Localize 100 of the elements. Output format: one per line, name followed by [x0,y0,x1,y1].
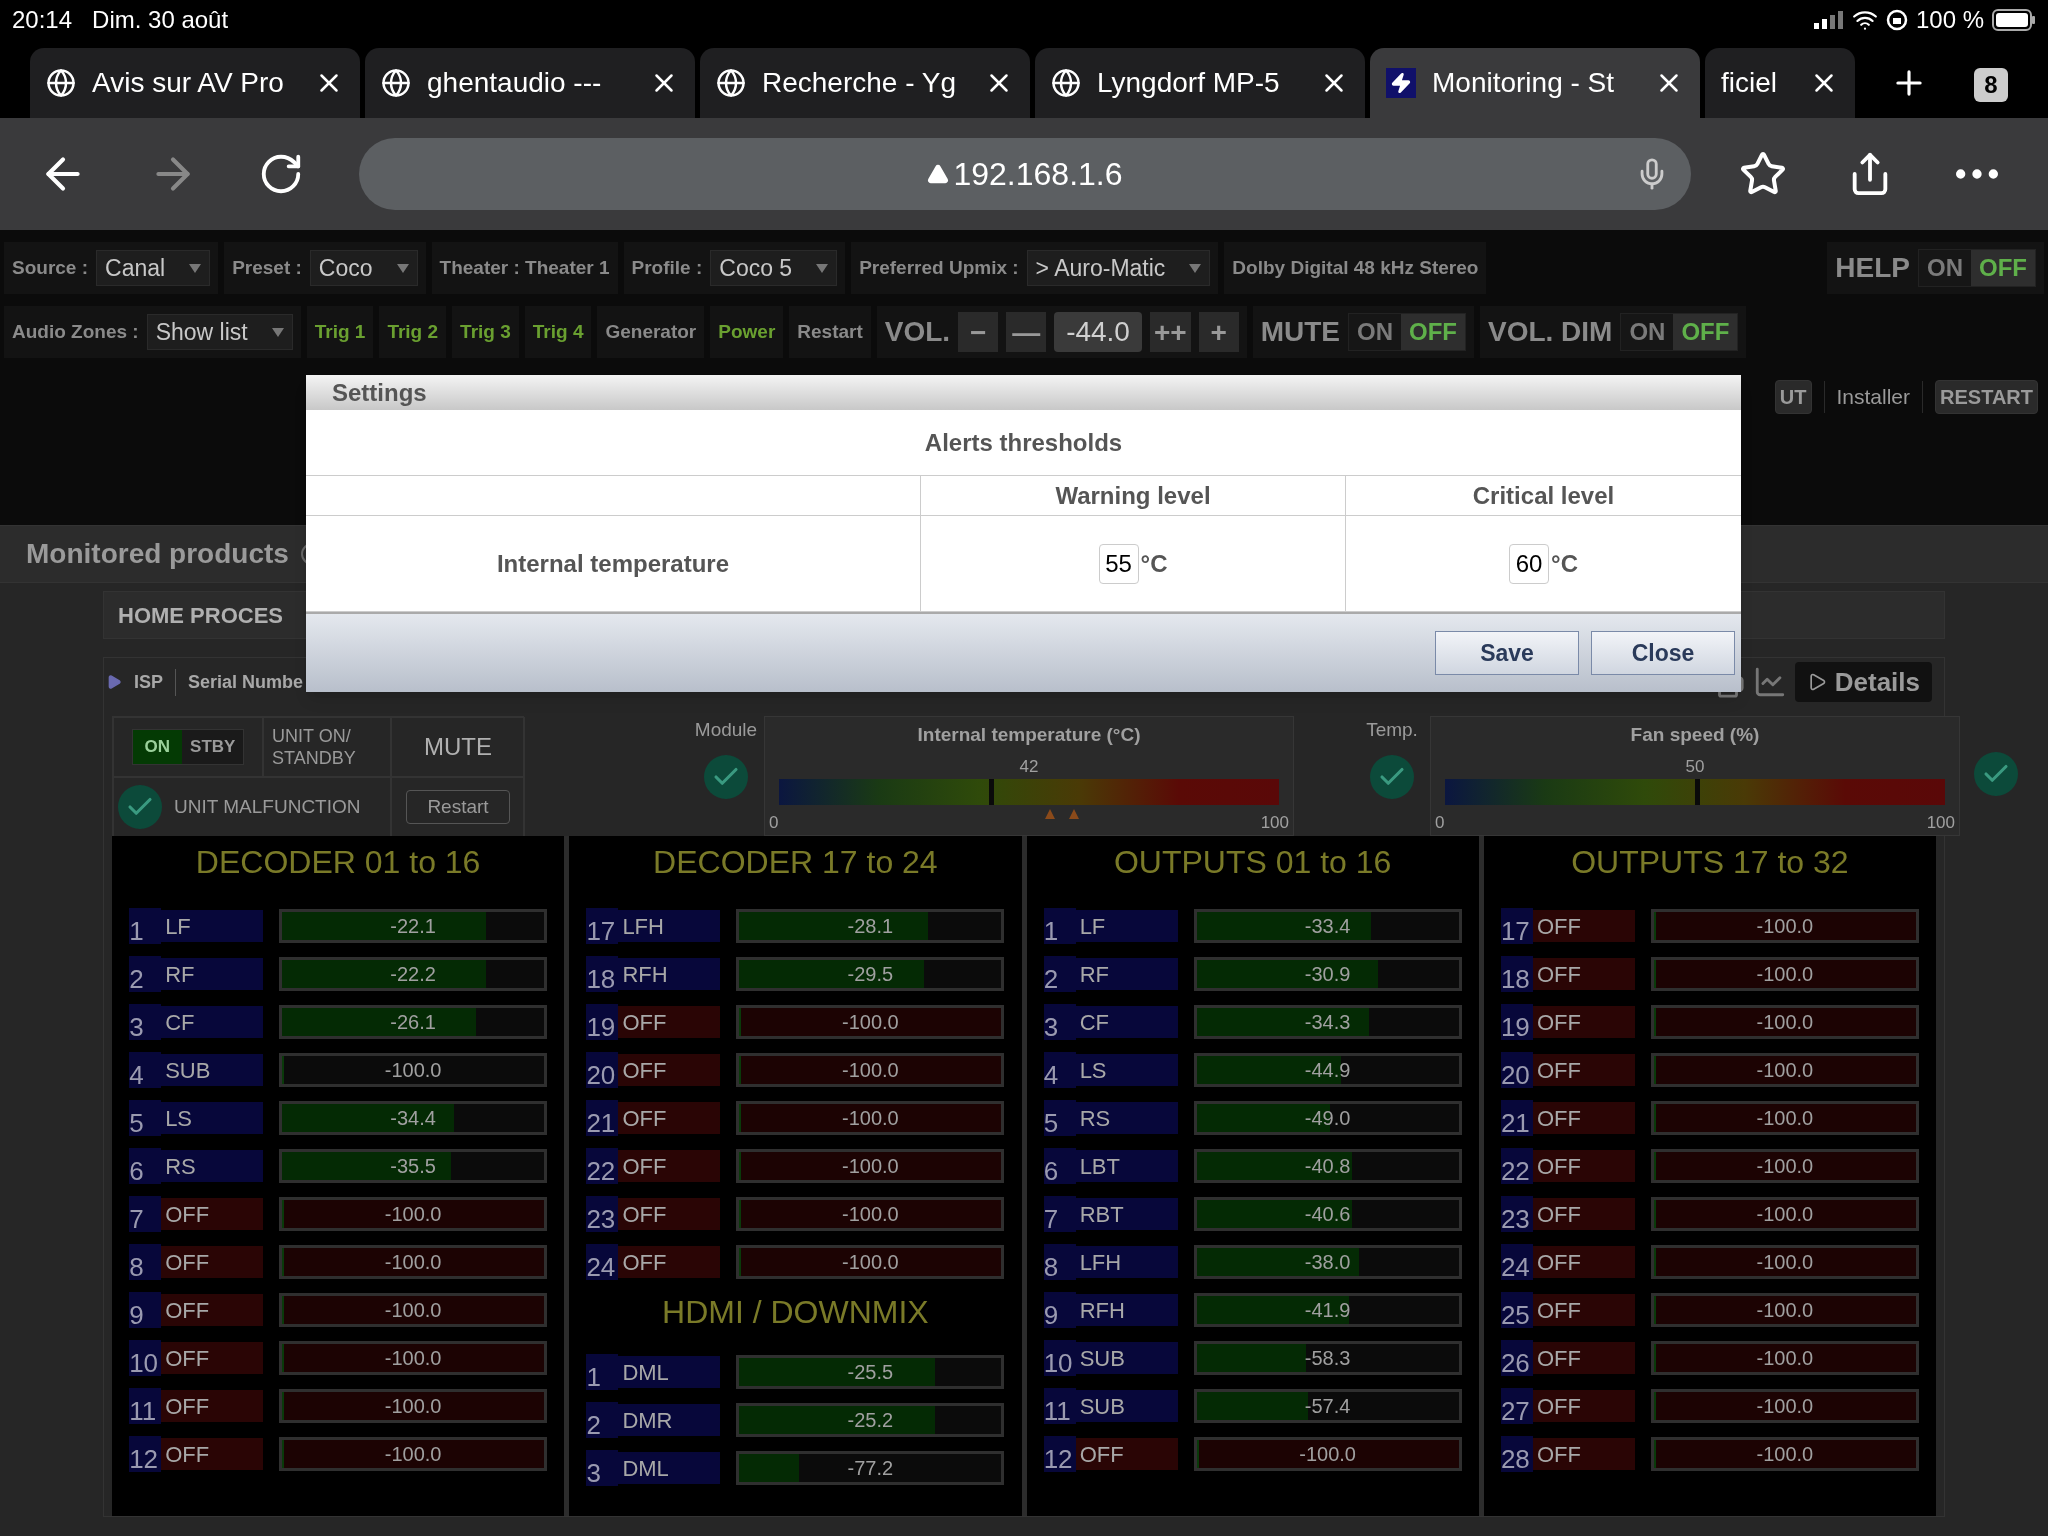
check-icon [118,785,162,829]
dialog-button[interactable]: Save [1435,631,1579,675]
channel-number: 10 [1043,1340,1076,1376]
command-button[interactable]: Trig 4 [524,306,592,358]
channel-number: 1 [1043,908,1076,944]
on-off-switch[interactable]: ON OFF [1348,313,1466,351]
level-reading: -28.1 [846,914,895,939]
level-reading: -100.0 [1755,1250,1815,1275]
installer-link[interactable]: Installer [1823,381,1924,413]
details-button[interactable]: Details [1794,662,1932,702]
volume-step-button[interactable]: — [1006,312,1047,352]
browser-tab[interactable]: Avis sur AV Pro [30,48,360,118]
select-field[interactable]: Canal [96,250,211,286]
select-field[interactable]: Show list [146,314,293,350]
on-off-switch[interactable]: ON OFF [1620,313,1739,351]
battery-percent: 100 % [1915,5,1984,35]
on-off-switch[interactable]: ON OFF [1918,249,2036,287]
toggle-label: VOL. DIM [1488,315,1613,349]
channel-number: 25 [1500,1292,1533,1328]
dropdown-caret-icon [1189,263,1202,273]
channel-number: 20 [586,1052,619,1088]
level-reading: -34.3 [1303,1010,1352,1035]
channel-name: OFF [1532,1438,1635,1470]
browser-tab[interactable]: ghentaudio --- [365,48,695,118]
channel-name: OFF [618,1198,721,1230]
tab-title: Monitoring - St [1432,66,1615,100]
tab-title: ghentaudio --- [427,66,602,100]
status-date: Dim. 30 août [92,5,229,35]
level-reading: -100.0 [383,1442,443,1467]
browser-tab[interactable]: Monitoring - St [1370,48,1700,118]
level-reading: -22.2 [389,962,437,987]
power-switch[interactable]: ON STBY [131,729,245,765]
command-button[interactable]: Trig 1 [306,306,374,358]
browser-tab[interactable]: Lyngdorf MP-5 [1035,48,1365,118]
warning-icon [927,163,950,185]
column-header: Warning level [921,476,1346,516]
gauge-title: Internal temperature (°C) [917,723,1141,747]
channel-number: 12 [129,1436,162,1472]
gauge-value: 42 [1019,757,1039,775]
column-header: Critical level [1346,476,1741,516]
level-reading: -34.4 [389,1106,437,1131]
expand-triangle-icon[interactable] [106,674,122,690]
command-button[interactable]: Restart [789,306,871,358]
channel-name: RFH [618,958,721,990]
channel-name: OFF [1532,1342,1635,1374]
level-reading: -33.4 [1303,914,1352,939]
channel-number: 6 [1043,1148,1076,1184]
command-button[interactable]: Trig 2 [379,306,447,358]
channel-number: 2 [129,956,162,992]
command-button[interactable]: UT [1774,380,1812,414]
tab-count-badge[interactable]: 8 [1974,68,2008,102]
address-field[interactable]: 192.168.1.6 [359,138,1691,210]
field-label: Profile : [631,255,703,280]
level-reading: -100.0 [1755,914,1815,939]
channel-name: RS [161,1150,264,1182]
level-reading: -100.0 [1755,962,1815,987]
gauge-value: 50 [1685,757,1705,775]
command-button[interactable]: Generator [597,306,705,358]
channel-name: RF [1075,958,1178,990]
channel-name: OFF [1532,1054,1635,1086]
volume-step-button[interactable]: − [958,312,999,352]
browser-tab[interactable]: Recherche - Yg [700,48,1030,118]
channel-number: 23 [1500,1196,1533,1232]
threshold-input[interactable]: 55 [1098,543,1139,584]
status-label: Module [694,718,758,742]
dialog-button[interactable]: Close [1591,631,1735,675]
volume-step-button[interactable]: ++ [1149,312,1191,352]
tab-title: Lyngdorf MP-5 [1097,66,1280,100]
threshold-input[interactable]: 60 [1509,543,1550,584]
select-field[interactable]: Coco [309,250,418,286]
command-button[interactable]: RESTART [1935,380,2038,414]
level-reading: -100.0 [1755,1442,1815,1467]
dropdown-caret-icon [271,327,284,337]
table-heading: Alerts thresholds [924,427,1123,458]
channel-name: OFF [161,1246,264,1278]
channel-number: 1 [586,1354,619,1390]
channel-name: OFF [161,1438,264,1470]
select-field[interactable]: > Auro-Matic [1026,250,1211,286]
select-field[interactable]: Coco 5 [710,250,838,286]
channel-number: 5 [129,1100,162,1136]
channel-name: OFF [618,1150,721,1182]
channel-name: OFF [1532,1102,1635,1134]
channel-name: OFF [161,1342,264,1374]
channel-number: 17 [586,908,619,944]
field-label: Preferred Upmix : [859,255,1019,280]
status-label: Temp. [1366,718,1418,742]
level-reading: -100.0 [383,1202,443,1227]
browser-tab[interactable]: ficiel [1705,48,1855,118]
channel-name: CF [161,1006,264,1038]
malfunction-label: UNIT MALFUNCTION [174,794,361,819]
toggle-label: HELP [1835,251,1910,285]
volume-step-button[interactable]: + [1198,312,1239,352]
command-button[interactable]: Power [710,306,784,358]
restart-button[interactable]: Restart [406,789,510,825]
command-button[interactable]: Trig 3 [452,306,519,358]
globe-icon [1051,68,1081,98]
volume-value-field[interactable]: -44.0 [1054,312,1142,352]
level-reading: -22.1 [389,914,437,939]
channel-name: CF [1075,1006,1178,1038]
channel-number: 27 [1500,1388,1533,1424]
